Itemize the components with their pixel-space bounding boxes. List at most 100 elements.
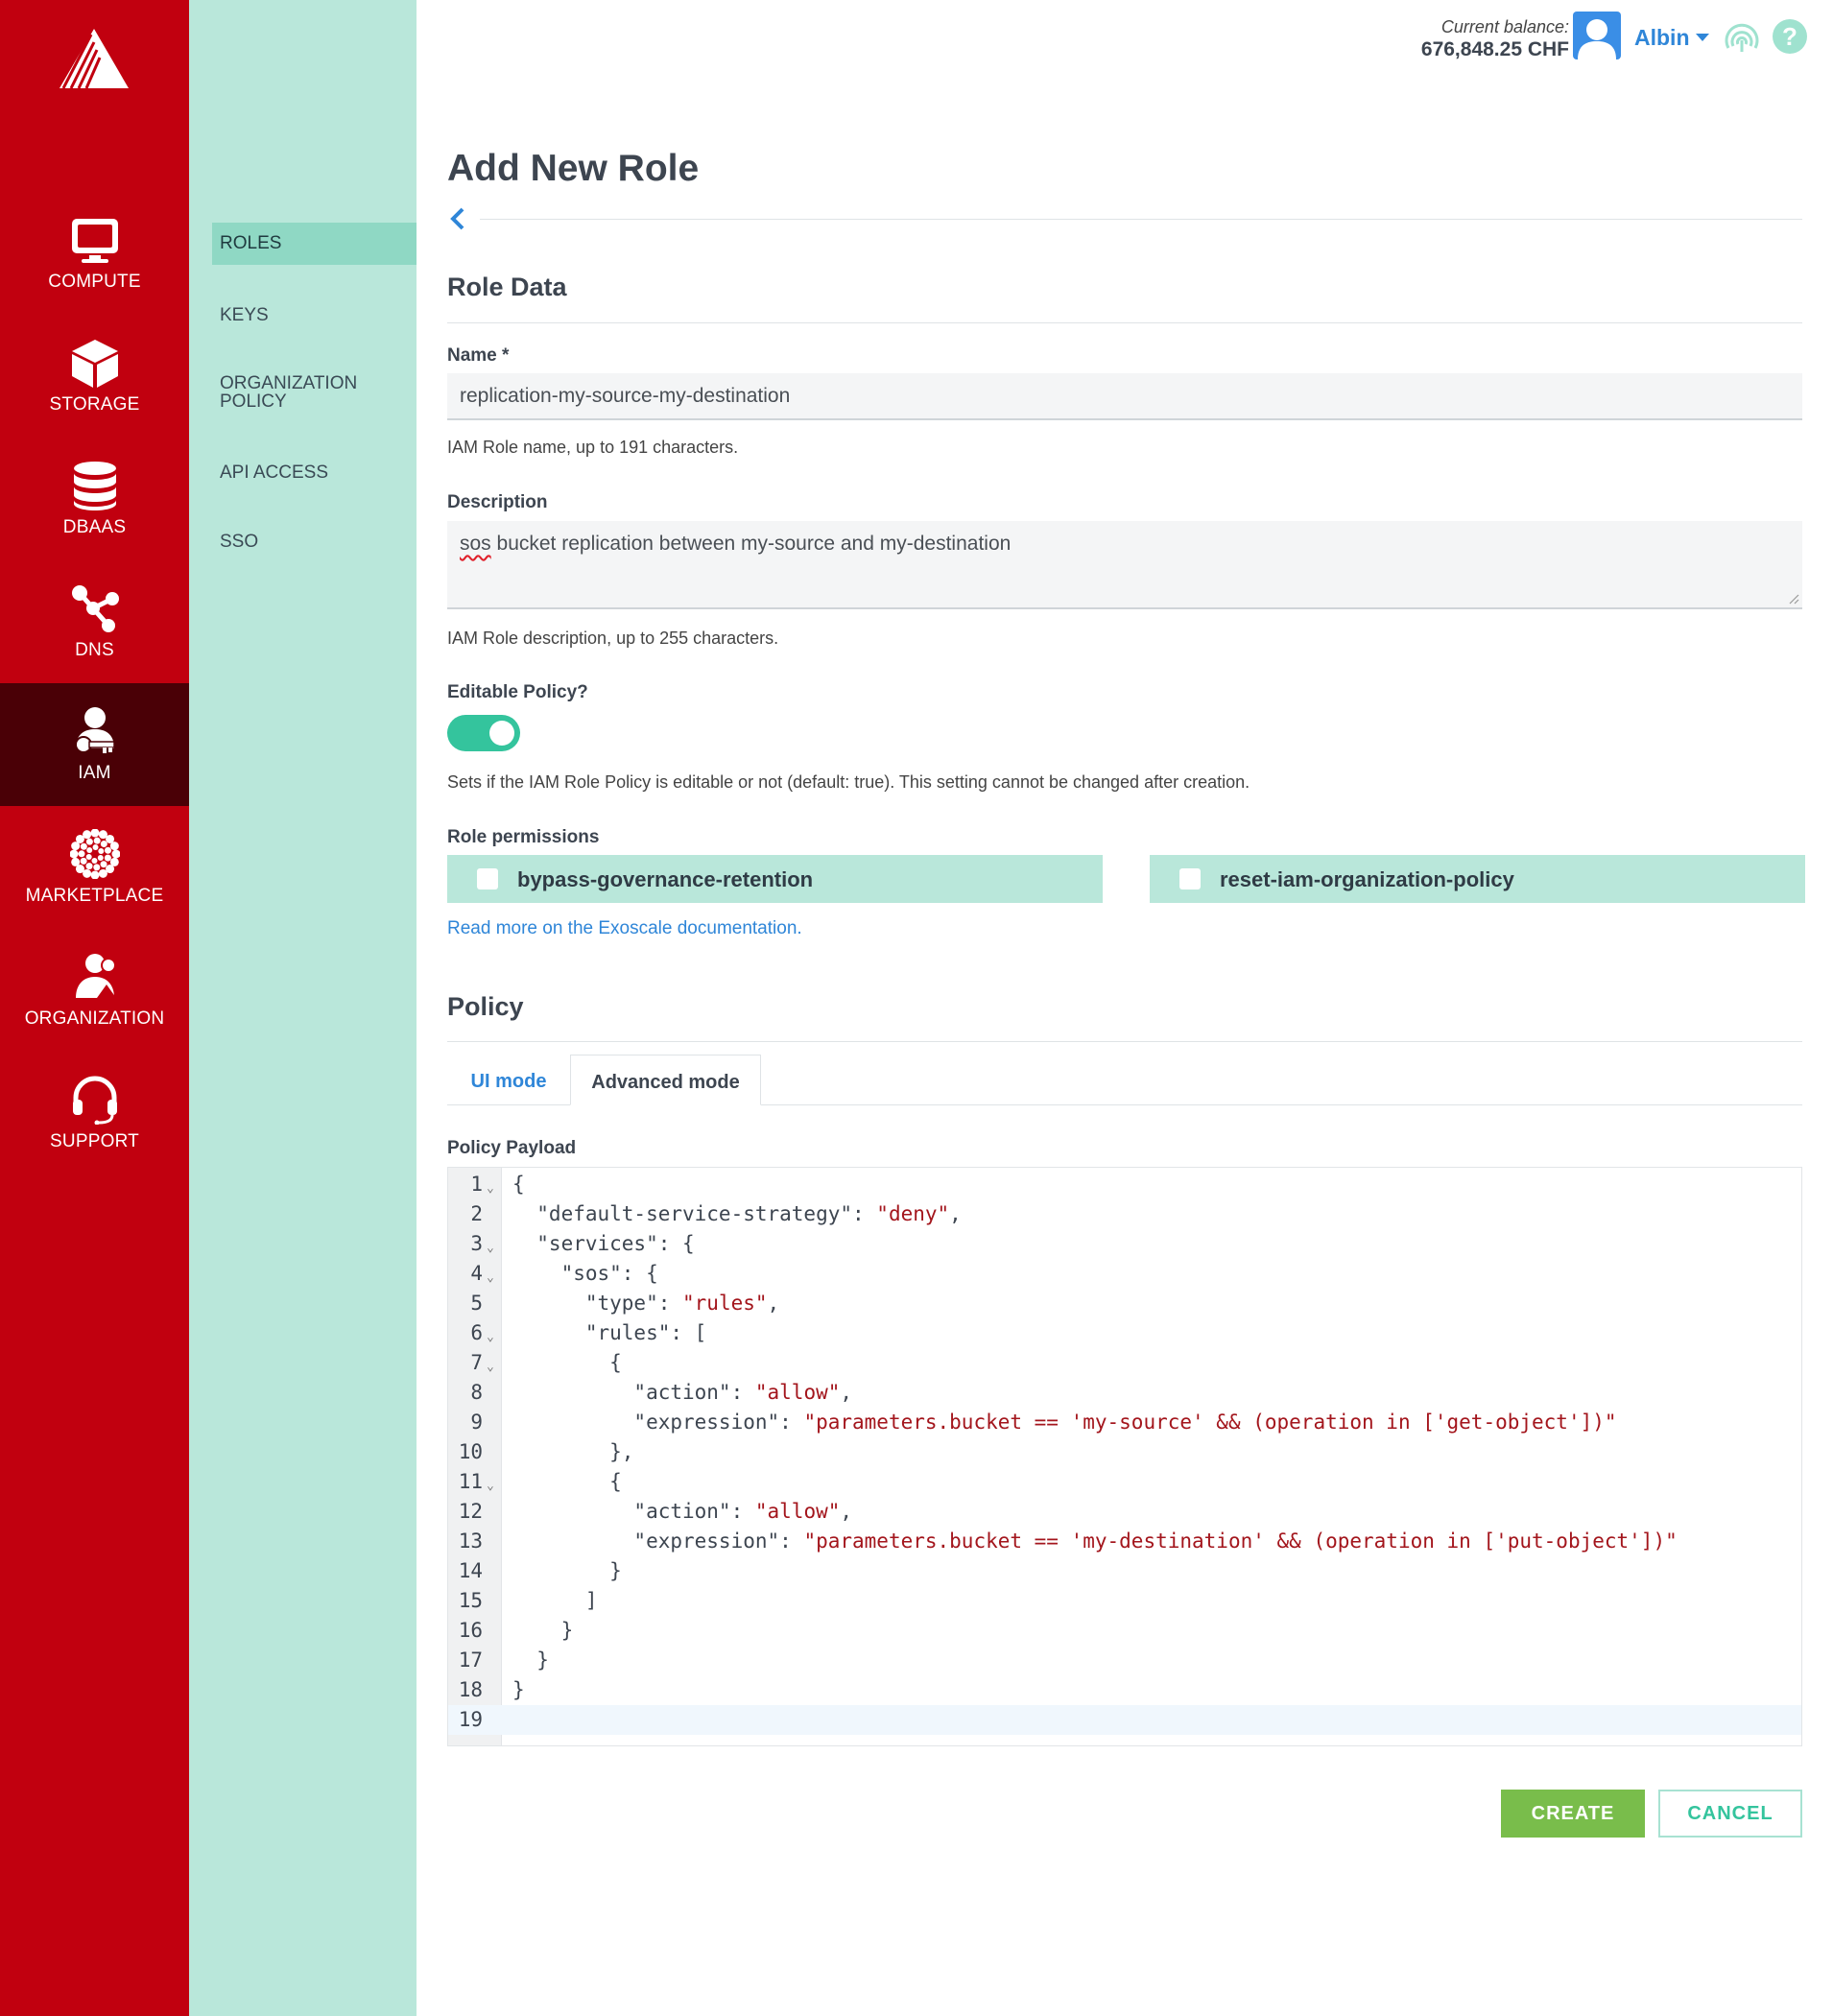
nav-label: MARKETPLACE — [25, 886, 164, 906]
code-line[interactable]: 16 } — [448, 1616, 1801, 1646]
code-text: } — [512, 1559, 622, 1582]
code-text: ] — [512, 1589, 598, 1612]
name-input[interactable] — [447, 373, 1802, 420]
code-line[interactable]: 15 ] — [448, 1586, 1801, 1616]
code-line[interactable]: 8 "action": "allow", — [448, 1378, 1801, 1408]
line-number: 14 — [458, 1559, 483, 1582]
create-button[interactable]: CREATE — [1501, 1790, 1645, 1838]
divider — [480, 219, 1802, 220]
code-line[interactable]: 17 } — [448, 1646, 1801, 1675]
submenu-item-sso[interactable]: SSO — [212, 532, 417, 553]
code-text: } — [512, 1619, 574, 1642]
nav-item-organization[interactable]: ORGANIZATION — [0, 929, 189, 1052]
code-text: { — [512, 1173, 525, 1196]
line-number: 6 — [470, 1321, 483, 1344]
code-line[interactable]: 10 }, — [448, 1437, 1801, 1467]
code-line[interactable]: 3 ⌄ "services": { — [448, 1229, 1801, 1259]
submenu-item-roles[interactable]: ROLES — [212, 223, 417, 265]
main-navigation: COMPUTE STORAGE DBAAS DNS IAM MARKETPLAC… — [0, 0, 189, 2016]
nav-item-dns[interactable]: DNS — [0, 560, 189, 683]
checkbox[interactable] — [477, 868, 498, 889]
name-label: Name * — [447, 345, 510, 366]
code-line[interactable]: 2 "default-service-strategy": "deny", — [448, 1199, 1801, 1229]
code-text: "sos": { — [512, 1262, 658, 1285]
policy-code-editor[interactable]: 1 ⌄{2 "default-service-strategy": "deny",… — [447, 1167, 1802, 1746]
code-text: "action": "allow", — [512, 1381, 853, 1404]
nav-item-iam[interactable]: IAM — [0, 683, 189, 806]
permission-bypass-governance-retention[interactable]: bypass-governance-retention — [447, 855, 1103, 903]
editable-policy-toggle[interactable] — [447, 715, 520, 751]
code-line[interactable]: 6 ⌄ "rules": [ — [448, 1318, 1801, 1348]
nav-item-dbaas[interactable]: DBAAS — [0, 438, 189, 560]
code-text: "expression": "parameters.bucket == 'my-… — [512, 1530, 1678, 1553]
documentation-link[interactable]: Read more on the Exoscale documentation. — [447, 918, 802, 939]
code-text: "services": { — [512, 1232, 695, 1255]
cube-icon — [72, 340, 118, 388]
code-line[interactable]: 9 "expression": "parameters.bucket == 'm… — [448, 1408, 1801, 1437]
description-help-text: IAM Role description, up to 255 characte… — [447, 629, 779, 648]
code-line[interactable]: 18} — [448, 1675, 1801, 1705]
nav-item-marketplace[interactable]: MARKETPLACE — [0, 806, 189, 929]
line-number: 8 — [470, 1381, 483, 1404]
nav-label: ORGANIZATION — [24, 1008, 165, 1029]
nav-label: SUPPORT — [50, 1131, 139, 1151]
balance-label: Current balance: — [1440, 17, 1569, 36]
code-line[interactable]: 13 "expression": "parameters.bucket == '… — [448, 1527, 1801, 1556]
tab-ui-mode[interactable]: UI mode — [447, 1055, 570, 1104]
line-number: 7 — [470, 1351, 483, 1374]
nav-item-support[interactable]: SUPPORT — [0, 1052, 189, 1174]
code-text: "expression": "parameters.bucket == 'my-… — [512, 1411, 1617, 1434]
resize-handle-icon[interactable] — [1788, 593, 1799, 605]
line-number: 5 — [470, 1292, 483, 1315]
line-number: 3 — [470, 1232, 483, 1255]
nav-item-compute[interactable]: COMPUTE — [0, 192, 189, 315]
toggle-knob — [489, 721, 514, 746]
submenu-item-organization-policy[interactable]: ORGANIZATION POLICY — [212, 374, 394, 411]
cancel-button[interactable]: CANCEL — [1658, 1790, 1802, 1838]
code-text: { — [512, 1351, 622, 1374]
user-menu[interactable]: Albin — [1634, 25, 1709, 51]
code-line[interactable]: 7 ⌄ { — [448, 1348, 1801, 1378]
code-line[interactable]: 14 } — [448, 1556, 1801, 1586]
code-line[interactable]: 1 ⌄{ — [448, 1170, 1801, 1199]
submenu-item-keys[interactable]: KEYS — [212, 305, 417, 326]
code-line[interactable]: 4 ⌄ "sos": { — [448, 1259, 1801, 1289]
line-number: 13 — [458, 1530, 483, 1553]
submenu-item-api-access[interactable]: API ACCESS — [212, 462, 417, 484]
line-number: 15 — [458, 1589, 483, 1612]
line-number: 11 — [458, 1470, 483, 1493]
user-avatar-icon — [1578, 19, 1616, 59]
help-icon[interactable]: ? — [1773, 19, 1807, 54]
checkbox[interactable] — [1179, 868, 1201, 889]
avatar[interactable] — [1573, 12, 1621, 59]
permission-label: bypass-governance-retention — [517, 867, 814, 891]
permission-reset-iam-organization-policy[interactable]: reset-iam-organization-policy — [1150, 855, 1805, 903]
status-signal-icon[interactable] — [1723, 19, 1761, 58]
exoscale-logo[interactable] — [60, 29, 129, 88]
code-line[interactable]: 5 "type": "rules", — [448, 1289, 1801, 1318]
line-number: 10 — [458, 1440, 483, 1463]
code-line[interactable]: 19 — [448, 1705, 1801, 1735]
back-chevron-icon[interactable] — [447, 205, 468, 232]
code-text: }, — [512, 1440, 634, 1463]
line-number: 2 — [470, 1202, 483, 1225]
line-number: 12 — [458, 1500, 483, 1523]
permission-label: reset-iam-organization-policy — [1220, 867, 1514, 891]
code-text: "action": "allow", — [512, 1500, 853, 1523]
code-line[interactable]: 12 "action": "allow", — [448, 1497, 1801, 1527]
nav-label: DNS — [75, 640, 114, 660]
chevron-down-icon — [1695, 33, 1709, 41]
line-number: 18 — [458, 1678, 483, 1701]
code-text: } — [512, 1648, 549, 1672]
code-text: "type": "rules", — [512, 1292, 780, 1315]
tab-advanced-mode[interactable]: Advanced mode — [570, 1055, 761, 1105]
line-number: 1 — [470, 1173, 483, 1196]
code-text: "default-service-strategy": "deny", — [512, 1202, 962, 1225]
page-title: Add New Role — [447, 148, 700, 189]
editable-policy-label: Editable Policy? — [447, 682, 588, 702]
code-text: { — [512, 1470, 622, 1493]
code-line[interactable]: 11 ⌄ { — [448, 1467, 1801, 1497]
account-balance: Current balance: 676,848.25 CHF — [1421, 17, 1569, 61]
nav-item-storage[interactable]: STORAGE — [0, 315, 189, 438]
description-textarea[interactable]: sos bucket replication between my-source… — [447, 521, 1802, 609]
